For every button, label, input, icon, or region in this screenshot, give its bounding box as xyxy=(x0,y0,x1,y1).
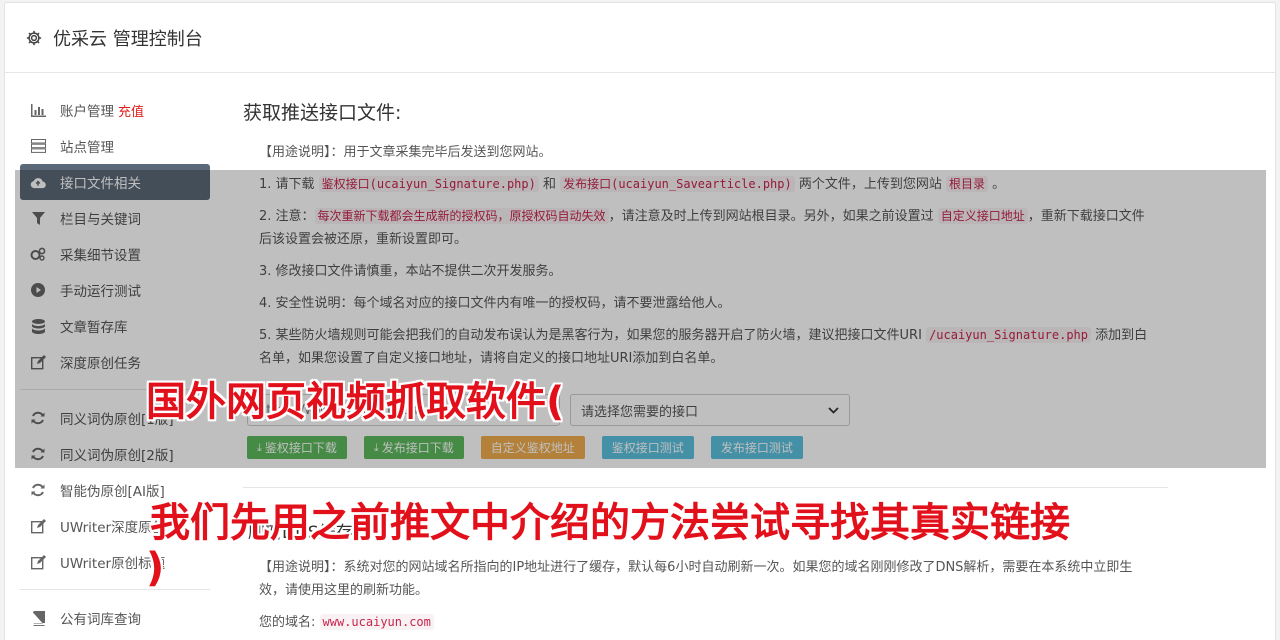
domain-label: 您的域名: xyxy=(259,615,320,630)
edit-icon xyxy=(30,518,46,534)
dns-intro: 【用途说明】：系统对您的网站域名所指向的IP地址进行了缓存，默认每6小时自动刷新… xyxy=(259,560,1133,598)
section-divider xyxy=(243,487,1168,488)
overlay-caption-2: 我们先用之前推文中介绍的方法尝试寻找其真实链接 xyxy=(150,500,1070,546)
sidebar-divider xyxy=(20,589,210,590)
sidebar-item-account[interactable]: 账户管理 充值 xyxy=(20,92,210,128)
edit-icon xyxy=(30,554,46,570)
server-icon xyxy=(30,138,46,154)
sidebar-item-sites[interactable]: 站点管理 xyxy=(20,128,210,164)
section-heading: 获取推送接口文件: xyxy=(243,102,402,124)
recharge-link[interactable]: 充值 xyxy=(118,101,144,120)
sidebar-item-label: 站点管理 xyxy=(60,140,114,156)
usage-intro: 【用途说明】：用于文章采集完毕后发送到您网站。 xyxy=(259,145,552,160)
page-header: 优采云 管理控制台 xyxy=(5,3,1275,73)
dns-section: 【用途说明】：系统对您的网站域名所指向的IP地址进行了缓存，默认每6小时自动刷新… xyxy=(243,556,1153,640)
sidebar-item-label: 公有词库查询 xyxy=(60,612,141,628)
book-icon xyxy=(30,610,46,626)
bar-chart-icon xyxy=(30,102,46,118)
domain-value: www.ucaiyun.com xyxy=(319,614,434,630)
gear-icon xyxy=(26,30,42,45)
sidebar-item-uwriter-title[interactable]: UWriter原创标题 xyxy=(20,544,210,580)
domain-row: 您的域名: www.ucaiyun.com xyxy=(243,611,1153,634)
overlay-caption-1: 国外网页视频抓取软件( xyxy=(146,379,565,425)
sidebar-item-label: 账户管理 xyxy=(60,104,114,120)
sidebar-item-public-lexicon[interactable]: 公有词库查询 xyxy=(20,600,210,636)
refresh-icon xyxy=(30,482,46,498)
overlay-caption-3: ) xyxy=(146,545,165,591)
page-title: 优采云 管理控制台 xyxy=(53,28,203,50)
